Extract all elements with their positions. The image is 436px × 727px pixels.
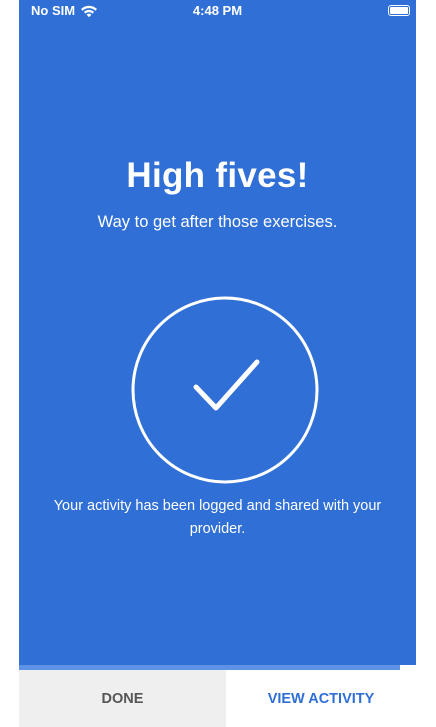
action-bar: DONE VIEW ACTIVITY bbox=[19, 670, 416, 727]
confirmation-message: Your activity has been logged and shared… bbox=[53, 498, 382, 537]
battery-icon bbox=[388, 5, 410, 16]
status-bar: No SIM 4:48 PM bbox=[19, 0, 416, 20]
subheadline: Way to get after those exercises. bbox=[97, 213, 338, 231]
headline: High fives! bbox=[126, 156, 309, 195]
battery-level bbox=[390, 7, 408, 14]
done-button[interactable]: DONE bbox=[19, 670, 226, 727]
check-circle-graphic bbox=[131, 296, 319, 484]
check-circle-icon bbox=[130, 295, 320, 485]
screen-frame: No SIM 4:48 PM High fives! Way to get af… bbox=[0, 0, 436, 727]
view-activity-button[interactable]: VIEW ACTIVITY bbox=[226, 670, 416, 727]
status-time: 4:48 PM bbox=[192, 3, 243, 18]
checkmark-icon bbox=[193, 359, 260, 411]
activity-confirmation-screen: No SIM 4:48 PM High fives! Way to get af… bbox=[19, 0, 416, 727]
